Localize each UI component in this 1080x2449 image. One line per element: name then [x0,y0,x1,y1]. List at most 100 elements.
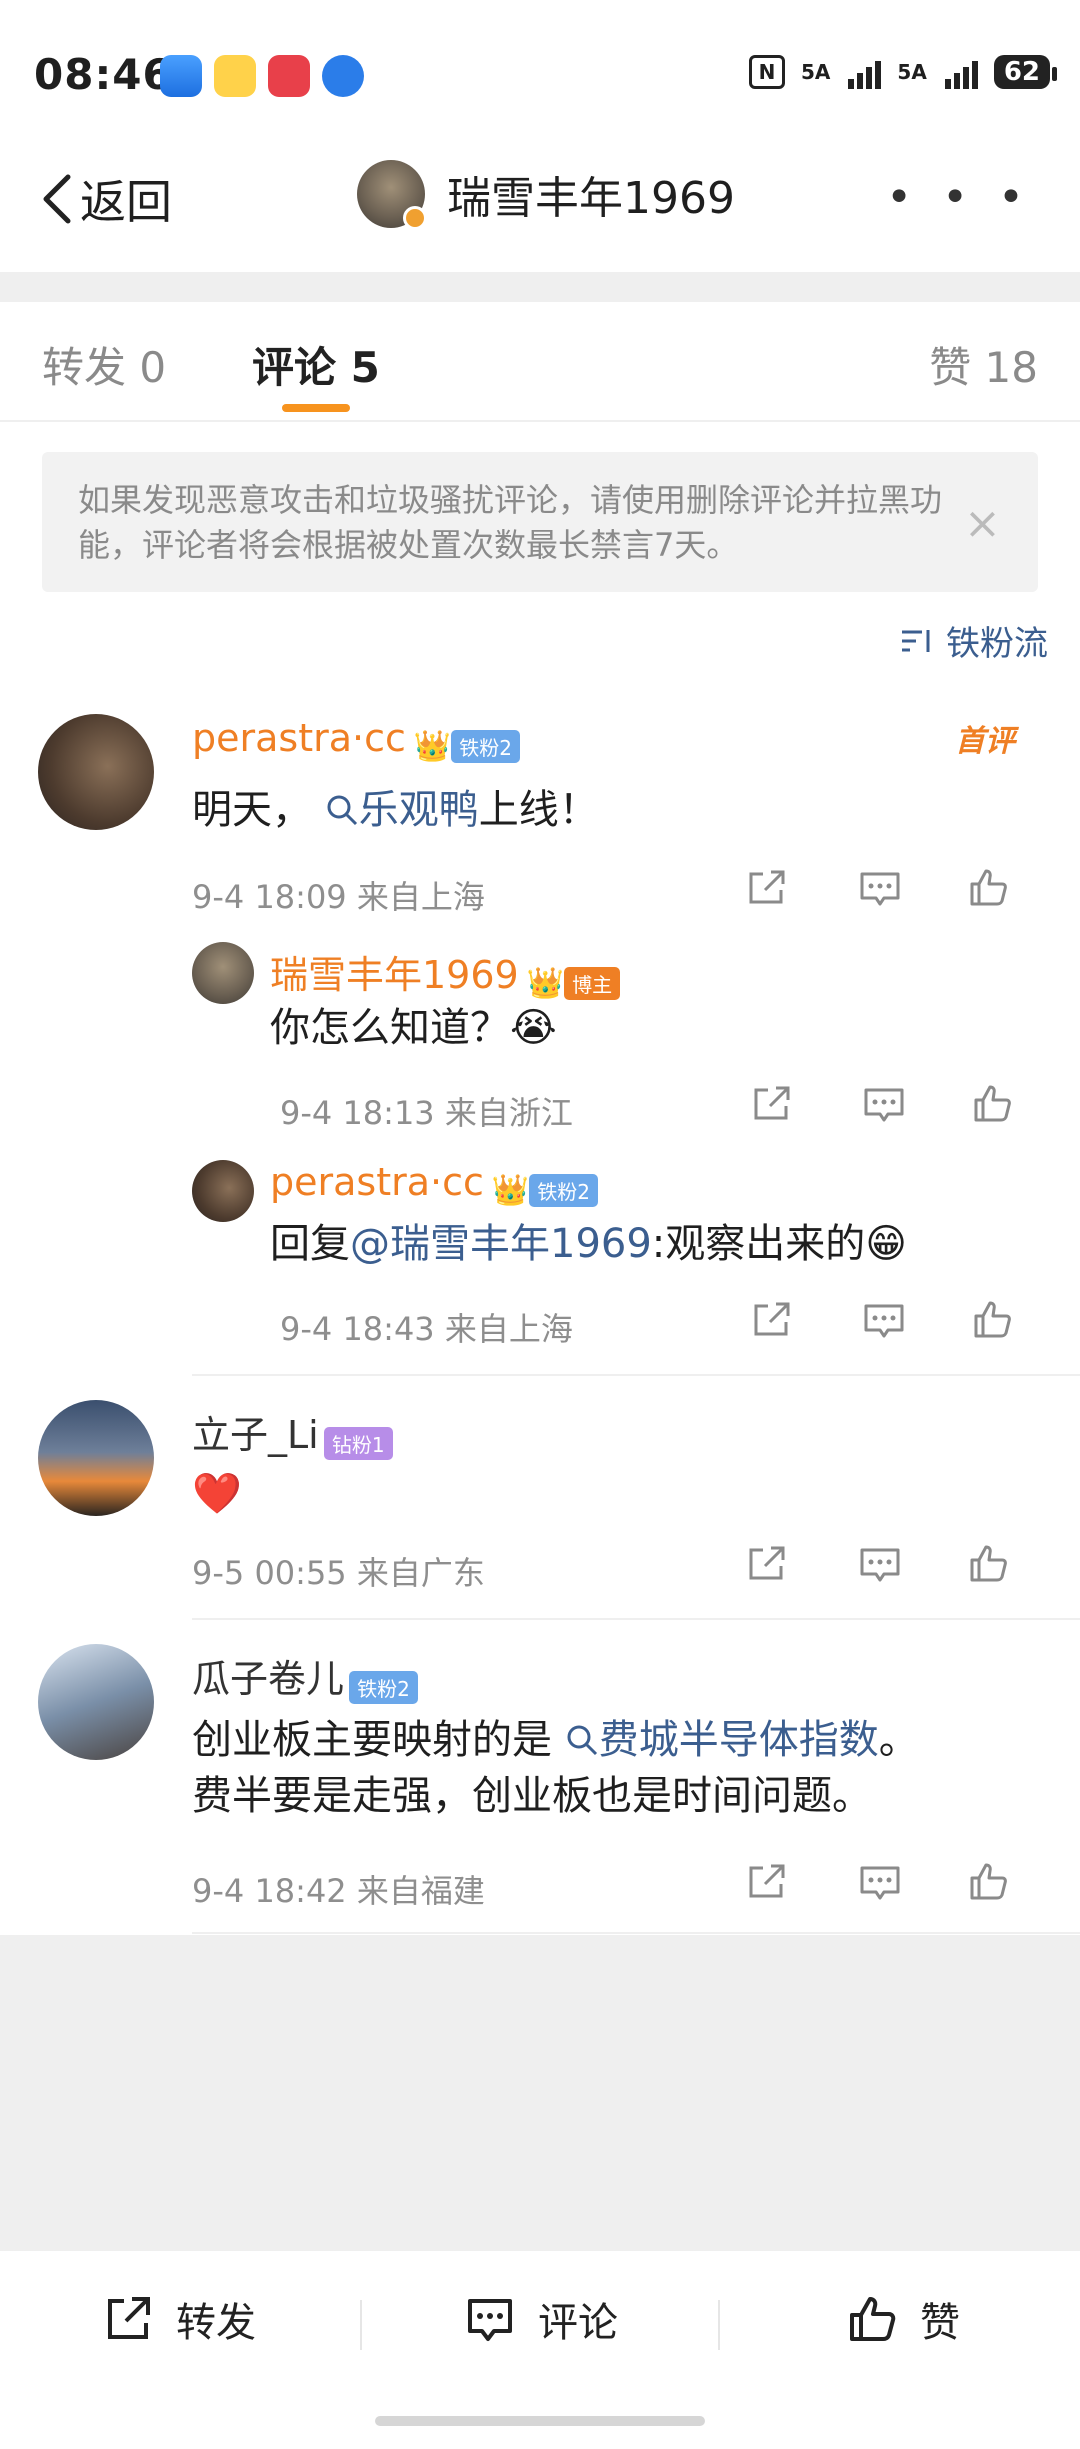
comment-icon[interactable] [858,1544,902,1588]
avatar[interactable] [192,942,254,1004]
home-indicator[interactable] [375,2416,705,2426]
tab-comment[interactable]: 评论 5 [252,334,380,395]
avatar[interactable] [38,714,154,830]
grin-emoji-icon: 😁 [865,1221,907,1267]
chevron-left-icon [43,174,71,224]
nfc-icon: N [749,55,785,89]
topic-label: 费城半导体指数 [598,1717,879,1763]
comment-divider [192,1932,1080,1934]
reply-text-part: :观察出来的 [651,1221,866,1267]
thumbs-up-icon[interactable] [972,1300,1016,1344]
section-divider [0,272,1080,302]
tab-like[interactable]: 赞 18 [929,334,1038,395]
avatar[interactable] [192,1160,254,1222]
status-indicators: N 5A 5A 62 [749,55,1058,89]
signal-icon-2 [944,55,978,89]
comment-text-part: 。 [878,1717,919,1763]
empty-area [0,1935,1080,2251]
sort-button[interactable]: 铁粉流 [900,616,1048,665]
crying-emoji-icon: 😭 [510,1005,557,1051]
comment-label: 评论 [538,2300,618,2346]
more-options-button[interactable]: • • • [886,172,1032,223]
avatar[interactable] [357,160,427,230]
search-icon [327,795,357,826]
host-badge: 博主 [564,967,621,1000]
comment-header: perastra·cc 👑 铁粉2 [192,716,520,764]
network-type-2: 5A [897,60,927,84]
topic-label: 乐观鸭 [358,787,479,833]
comment-button[interactable]: 评论 [464,2290,618,2348]
weather-app-icon [160,55,202,97]
comment-text-part: 上线！ [478,787,599,833]
comment-icon[interactable] [858,868,902,912]
reply-text: 回复@瑞雪丰年1969:观察出来的😁 [270,1216,907,1272]
repost-button[interactable]: 转发 [102,2290,256,2348]
repost-label: 转发 [176,2300,256,2346]
signal-icon [848,55,882,89]
avatar[interactable] [38,1400,154,1516]
comment-text: 创业板主要映射的是 费城半导体指数。 费半要是走强，创业板也是时间问题。 [192,1712,1052,1824]
share-icon[interactable] [745,1862,789,1906]
search-icon [567,1725,597,1756]
reply-header: 瑞雪丰年1969 👑 博主 [270,944,621,1001]
back-button[interactable]: 返回 [40,166,172,232]
comment-text-part: 费半要是走强，创业板也是时间问题。 [192,1773,872,1819]
reply-meta: 9-4 18:13 来自浙江 [280,1094,573,1132]
comment-divider [192,1618,1080,1620]
tab-repost[interactable]: 转发 0 [42,334,166,395]
reply-text: 你怎么知道？😭 [270,1000,557,1056]
nav-profile[interactable]: 瑞雪丰年1969 [357,160,735,230]
thumbs-up-icon[interactable] [972,1084,1016,1128]
topic-link[interactable]: 费城半导体指数 [552,1717,879,1763]
bar-divider [718,2300,720,2350]
comment-icon [468,2299,512,2341]
comment-text: ❤️ [192,1471,242,1517]
comment-meta: 9-5 00:55 来自广东 [192,1554,485,1592]
share-icon[interactable] [745,1544,789,1588]
comment-text-part: 明天， [192,787,312,833]
fan-badge: 铁粉2 [451,730,520,763]
crown-icon: 👑 [491,1173,530,1208]
username[interactable]: 立子_Li [192,1413,319,1457]
close-icon[interactable]: × [964,498,1001,549]
share-icon[interactable] [750,1084,794,1128]
sort-icon [902,629,930,652]
mention-link[interactable]: @瑞雪丰年1969 [350,1221,652,1267]
avatar[interactable] [38,1644,154,1760]
weibo-app-icon [214,55,256,97]
comment-header: 立子_Li 钻粉1 [192,1404,393,1460]
comment-divider [192,1374,1080,1376]
share-icon[interactable] [745,868,789,912]
sort-label: 铁粉流 [946,624,1048,664]
like-button[interactable]: 赞 [846,2290,960,2348]
notice-text: 如果发现恶意攻击和垃圾骚扰评论，请使用删除评论并拉黑功能，评论者将会根据被处置次… [78,481,943,564]
username[interactable]: 瑞雪丰年1969 [270,953,519,997]
fan-badge: 钻粉1 [323,1427,393,1460]
username[interactable]: perastra·cc [270,1160,484,1204]
crown-icon: 👑 [413,729,452,764]
comment-header: 瓜子卷儿 铁粉2 [192,1648,418,1704]
topic-link[interactable]: 乐观鸭 [312,787,479,833]
username[interactable]: 瓜子卷儿 [192,1657,344,1701]
comment-meta: 9-4 18:42 来自福建 [192,1872,485,1910]
browser-app-icon [322,55,364,97]
thumbs-up-icon [850,2297,896,2341]
thumbs-up-icon[interactable] [968,868,1012,912]
comment-icon[interactable] [862,1300,906,1344]
comment-icon[interactable] [858,1862,902,1906]
tab-divider [0,420,1080,422]
thumbs-up-icon[interactable] [968,1544,1012,1588]
battery-indicator: 62 [993,55,1058,89]
status-time: 08:46 [34,50,173,99]
comment-icon[interactable] [862,1084,906,1128]
network-type-1: 5A [801,60,831,84]
crown-icon: 👑 [526,966,565,1001]
page-title: 瑞雪丰年1969 [447,173,735,224]
share-icon [108,2297,150,2339]
share-icon[interactable] [750,1300,794,1344]
thumbs-up-icon[interactable] [968,1862,1012,1906]
comment-meta: 9-4 18:09 来自上海 [192,878,485,916]
comment-text-part: 创业板主要映射的是 [192,1717,552,1763]
back-label: 返回 [80,175,172,229]
username[interactable]: perastra·cc [192,716,406,760]
